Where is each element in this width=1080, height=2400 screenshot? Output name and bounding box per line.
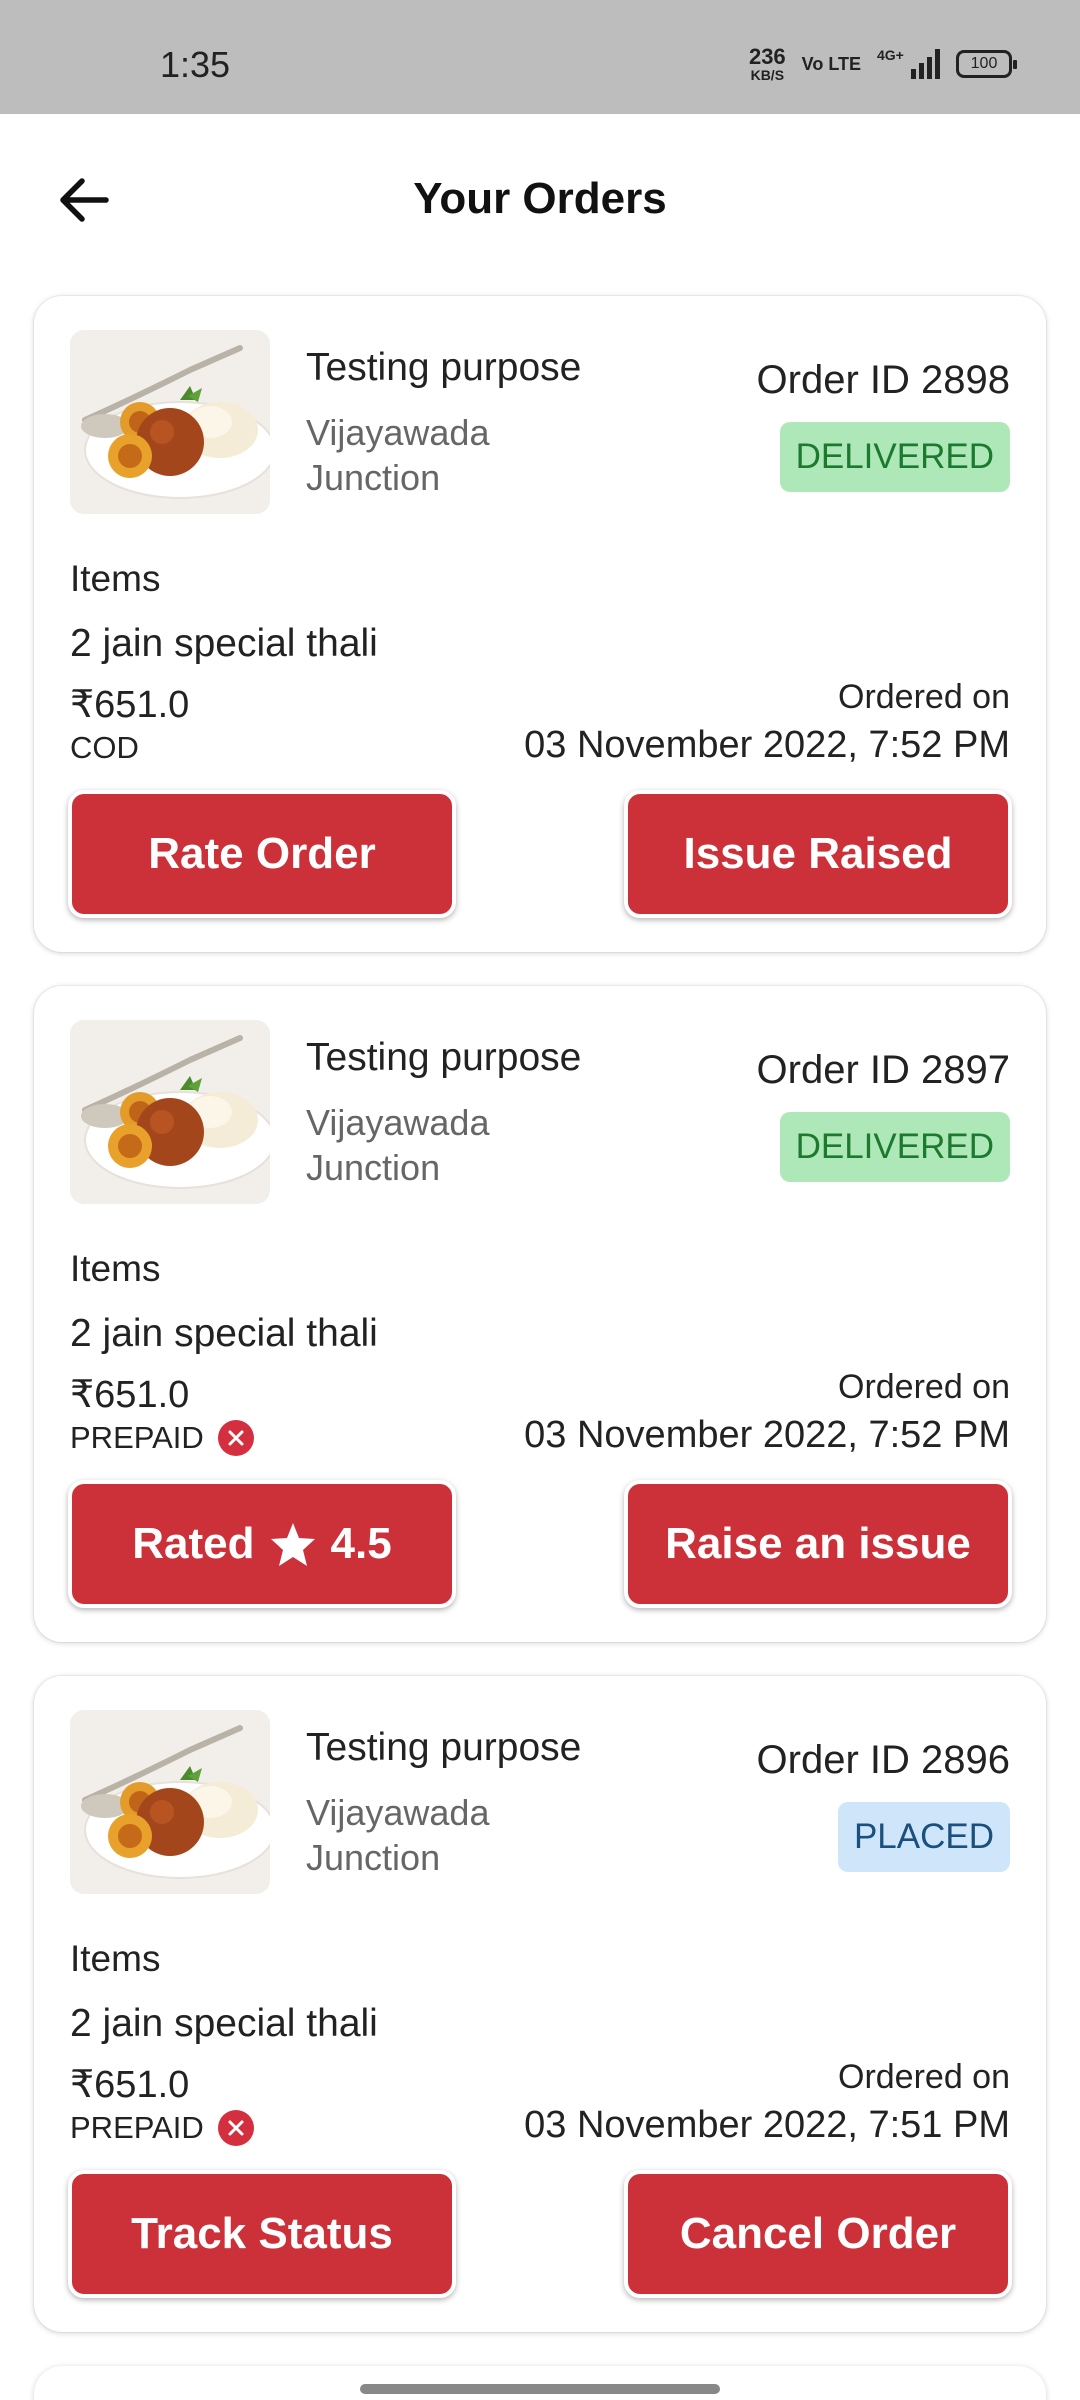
battery-level: 100 (970, 55, 998, 72)
ordered-on-label: Ordered on (838, 2058, 1010, 2096)
home-indicator[interactable] (360, 2384, 720, 2394)
net-speed-value: 236 (748, 44, 786, 69)
order-card[interactable]: Testing purpose Vijayawada Junction Orde… (34, 296, 1046, 952)
ordered-date: 03 November 2022, 7:52 PM (524, 1414, 1010, 1456)
ordered-on-label: Ordered on (838, 1368, 1010, 1406)
battery-icon: 100 (956, 50, 1017, 78)
ordered-on-label: Ordered on (838, 678, 1010, 716)
rating-value: 4.5 (330, 1519, 392, 1568)
restaurant-location: Vijayawada Junction (306, 1792, 490, 1878)
app-bar: Your Orders (0, 114, 1080, 286)
net-speed: 236 KB/S (748, 44, 786, 83)
signal-icon: 4G+ (877, 47, 940, 79)
star-icon (270, 1523, 315, 1566)
restaurant-image (70, 1020, 270, 1204)
items-list: 2 jain special thali (70, 622, 378, 665)
ordered-date: 03 November 2022, 7:51 PM (524, 2104, 1010, 2146)
page-title: Your Orders (413, 174, 667, 223)
payment-method: PREPAID (70, 2110, 254, 2146)
rated-button[interactable]: Rated 4.5 (68, 1480, 456, 1608)
food-image (70, 330, 270, 514)
track-status-button[interactable]: Track Status (68, 2170, 456, 2298)
order-id: Order ID 2896 (756, 1738, 1010, 1782)
restaurant-name: Testing purpose (306, 1036, 582, 1079)
raise-issue-button[interactable]: Raise an issue (624, 1480, 1012, 1608)
status-badge: DELIVERED (779, 1112, 1010, 1182)
payment-method: PREPAID (70, 1420, 254, 1456)
rated-label: Rated (132, 1519, 255, 1568)
ordered-date: 03 November 2022, 7:52 PM (524, 724, 1010, 766)
payment-label: PREPAID (70, 1420, 204, 1455)
order-price: ₹651.0 (70, 684, 190, 726)
food-image (70, 1710, 270, 1894)
status-badge: DELIVERED (779, 422, 1010, 492)
network-type: 4G+ (877, 47, 904, 63)
issue-raised-button[interactable]: Issue Raised (624, 790, 1012, 918)
volte-icon: Vo LTE (801, 53, 861, 74)
status-time: 1:35 (160, 44, 231, 85)
order-card[interactable]: Testing purpose Vijayawada Junction Orde… (34, 1676, 1046, 2332)
payment-failed-icon (217, 1420, 254, 1456)
restaurant-location: Vijayawada Junction (306, 1102, 490, 1188)
payment-failed-icon (217, 2110, 254, 2146)
items-heading: Items (70, 558, 161, 599)
order-id: Order ID 2898 (756, 358, 1010, 402)
restaurant-name: Testing purpose (306, 346, 582, 389)
order-price: ₹651.0 (70, 1374, 190, 1416)
order-id: Order ID 2897 (756, 1048, 1010, 1092)
net-speed-unit: KB/S (750, 67, 785, 83)
cancel-order-button[interactable]: Cancel Order (624, 2170, 1012, 2298)
items-list: 2 jain special thali (70, 2002, 378, 2045)
payment-label: COD (70, 730, 139, 765)
status-bar: 1:35 236 KB/S Vo LTE 4G+ 100 (0, 0, 1080, 114)
restaurant-location: Vijayawada Junction (306, 412, 490, 498)
food-image (70, 1020, 270, 1204)
payment-label: PREPAID (70, 2110, 204, 2145)
order-price: ₹651.0 (70, 2064, 190, 2106)
order-card[interactable]: Testing purpose Vijayawada Junction Orde… (34, 986, 1046, 1642)
status-icons: 236 KB/S Vo LTE 4G+ 100 (748, 44, 1017, 83)
order-card-partial[interactable] (34, 2366, 1046, 2400)
items-heading: Items (70, 1248, 161, 1289)
payment-method: COD (70, 730, 139, 766)
items-heading: Items (70, 1938, 161, 1979)
items-list: 2 jain special thali (70, 1312, 378, 1355)
status-badge: PLACED (837, 1802, 1010, 1872)
restaurant-name: Testing purpose (306, 1726, 582, 1769)
restaurant-image (70, 1710, 270, 1894)
restaurant-image (70, 330, 270, 514)
rate-order-button[interactable]: Rate Order (68, 790, 456, 918)
